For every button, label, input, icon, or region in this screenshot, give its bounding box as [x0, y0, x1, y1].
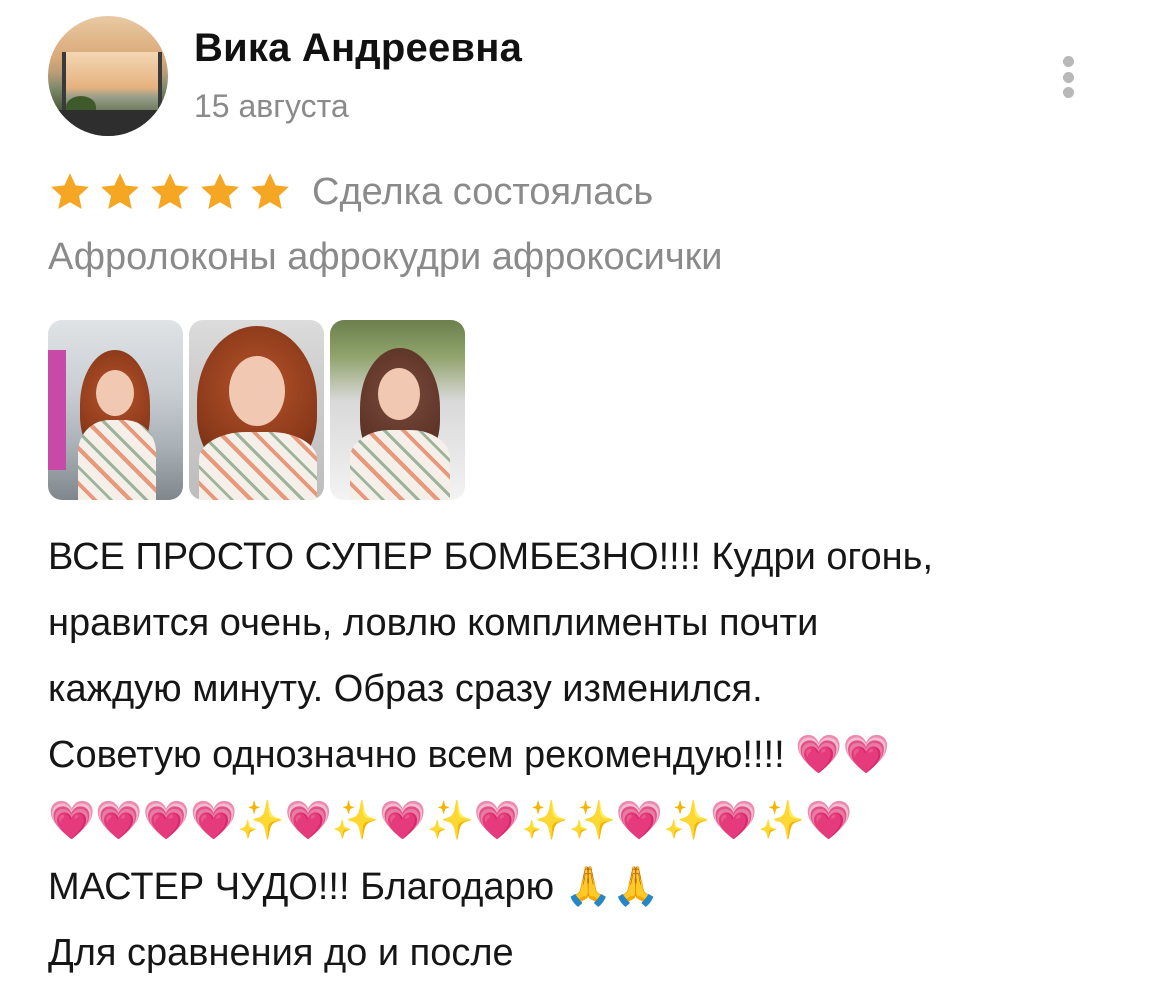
review-photos — [48, 320, 465, 500]
review-text: ВСЕ ПРОСТО СУПЕР БОМБЕЗНО!!!! Кудри огон… — [48, 524, 1138, 986]
photo-shirt — [199, 432, 317, 500]
author-avatar[interactable] — [48, 16, 168, 136]
service-name: Афролоконы афрокудри афрокосички — [48, 236, 723, 278]
review-photo[interactable] — [48, 320, 183, 500]
review-date: 15 августа — [194, 88, 349, 124]
more-vertical-icon-dot — [1062, 71, 1074, 83]
star-icon — [98, 170, 142, 214]
more-vertical-icon-dot — [1062, 87, 1074, 98]
author-name[interactable]: Вика Андреевна — [194, 26, 522, 71]
review-text-line: ВСЕ ПРОСТО СУПЕР БОМБЕЗНО!!!! Кудри огон… — [48, 536, 934, 578]
rating-stars — [48, 170, 292, 214]
deal-status: Сделка состоялась — [312, 170, 654, 213]
review-text-line: каждую минуту. Образ сразу изменился. — [48, 668, 763, 710]
photo-face — [229, 356, 285, 426]
star-icon — [148, 170, 192, 214]
more-options-button[interactable] — [1052, 52, 1084, 102]
review-text-line: нравится очень, ловлю комплименты почти — [48, 602, 819, 644]
photo-face — [378, 368, 420, 420]
star-icon — [248, 170, 292, 214]
review-photo[interactable] — [330, 320, 465, 500]
photo-shirt — [350, 430, 450, 500]
more-vertical-icon-dot — [1062, 56, 1074, 67]
photo-face — [96, 370, 134, 416]
review-text-line: 💗💗💗💗✨💗✨💗✨💗✨✨💗✨💗✨💗 — [48, 800, 853, 842]
review-text-line: МАСТЕР ЧУДО!!! Благодарю 🙏🙏 — [48, 866, 660, 908]
review-text-line: Советую однозначно всем рекомендую!!!! 💗… — [48, 734, 890, 776]
star-icon — [48, 170, 92, 214]
photo-background-door — [48, 350, 66, 470]
review-text-line: Для сравнения до и после — [48, 932, 514, 974]
photo-shirt — [78, 420, 156, 500]
review-photo[interactable] — [189, 320, 324, 500]
star-icon — [198, 170, 242, 214]
avatar-windowsill — [48, 110, 168, 136]
rating-row: Сделка состоялась — [48, 166, 653, 218]
